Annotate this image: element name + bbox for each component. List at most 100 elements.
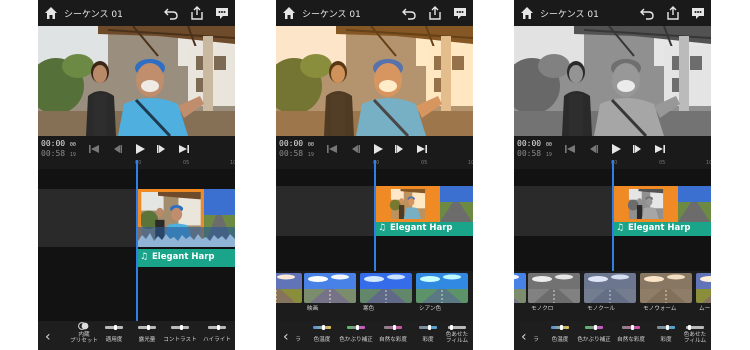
preset-thumbnail[interactable] (514, 273, 526, 319)
project-title: シーケンス 01 (302, 10, 361, 20)
slider-icon (208, 325, 226, 330)
music-note-icon: ♫ (140, 252, 149, 262)
total-duration: 00:58 19 (41, 149, 76, 158)
slider-icon (138, 325, 156, 330)
preset-mono[interactable]: モノクロ (528, 273, 580, 319)
total-duration: 00:58 19 (517, 149, 552, 158)
tool-faded-film[interactable]: 色あせた フィルム (439, 321, 473, 350)
tool-contrast[interactable]: コントラスト (162, 321, 198, 350)
step-back-icon[interactable] (111, 143, 123, 155)
tool-label: 色温度 (551, 337, 569, 343)
tool-faded-film[interactable]: 色あせた フィルム (677, 321, 711, 350)
play-icon[interactable] (134, 143, 146, 155)
undo-icon[interactable] (402, 6, 416, 20)
project-title: シーケンス 01 (64, 10, 123, 20)
phone-screen-1: シーケンス 01 00:00 00 00:58 19 00 05 10 ♫ El… (38, 0, 235, 350)
tool-label: 色あせた フィルム (683, 332, 707, 344)
play-icon[interactable] (610, 143, 622, 155)
audio-clip[interactable]: ♫ Elegant Harp (138, 249, 235, 267)
phone-screen-3: シーケンス 01 00:00 00 00:58 19 00 05 10 ♫ El… (514, 0, 711, 350)
skip-start-icon[interactable] (564, 143, 576, 155)
home-icon[interactable] (282, 6, 296, 20)
step-forward-icon[interactable] (394, 143, 406, 155)
chevron-left-icon[interactable]: ‹ (45, 329, 51, 345)
tool-intensity[interactable]: 適用度 (96, 321, 132, 350)
tool-vibrance[interactable]: 自然な彩度 (613, 321, 649, 350)
preset-strip: 映画 寒色 シアン色 (276, 271, 473, 321)
tool-tint[interactable]: 色かぶり補正 (338, 321, 374, 350)
preset-mono-cool[interactable]: モノクール (584, 273, 636, 319)
slider-icon (313, 325, 331, 330)
timeline[interactable]: ♫ Elegant Harp (38, 160, 235, 321)
bottom-toolbar: ‹ ラ 色温度 色かぶり補正 自然な彩度 彩度 色あせた フィルム (514, 321, 711, 350)
audio-clip-title: Elegant Harp (152, 252, 215, 262)
skip-start-icon[interactable] (326, 143, 338, 155)
step-back-icon[interactable] (349, 143, 361, 155)
tool-label: ハイライト (203, 337, 231, 343)
video-preview[interactable] (38, 26, 235, 136)
video-clip[interactable] (376, 186, 440, 222)
share-icon[interactable] (190, 6, 204, 20)
undo-icon[interactable] (640, 6, 654, 20)
tool-label: 自然な彩度 (617, 337, 645, 343)
bottom-toolbar: ‹ ラ 色温度 色かぶり補正 自然な彩度 彩度 色あせた フィルム (276, 321, 473, 350)
tool-temperature[interactable]: 色温度 (304, 321, 340, 350)
preset-cyan[interactable]: シアン色 (416, 273, 468, 319)
slider-icon (347, 325, 365, 330)
preset-label: 寒色 (363, 306, 375, 312)
playhead[interactable] (612, 160, 614, 271)
step-forward-icon[interactable] (156, 143, 168, 155)
preset-mono-warm[interactable]: モノウォーム (640, 273, 692, 319)
video-clip-next[interactable] (440, 186, 473, 222)
tool-exposure[interactable]: 露光量 (129, 321, 165, 350)
video-preview[interactable] (514, 26, 711, 136)
home-icon[interactable] (44, 6, 58, 20)
tool-vibrance[interactable]: 自然な彩度 (375, 321, 411, 350)
video-clip[interactable] (614, 186, 678, 222)
music-note-icon: ♫ (616, 223, 625, 233)
presets-icon (78, 322, 89, 330)
video-clip-next[interactable] (678, 186, 711, 222)
skip-end-icon[interactable] (654, 143, 666, 155)
slider-icon (585, 325, 603, 330)
preset-label: ムー (699, 306, 711, 312)
preset-label: モノクロ (531, 306, 554, 312)
preset-label: 映画 (307, 306, 319, 312)
total-duration: 00:58 19 (279, 149, 314, 158)
skip-end-icon[interactable] (178, 143, 190, 155)
tool-highlights[interactable]: ハイライト (199, 321, 235, 350)
share-icon[interactable] (666, 6, 680, 20)
audio-clip[interactable]: ♫ Elegant Harp (614, 222, 711, 236)
undo-icon[interactable] (164, 6, 178, 20)
timeline[interactable]: ♫ Elegant Harp (514, 160, 711, 271)
step-forward-icon[interactable] (632, 143, 644, 155)
skip-start-icon[interactable] (88, 143, 100, 155)
home-icon[interactable] (520, 6, 534, 20)
preset-label: モノウォーム (643, 306, 677, 312)
tool-label: 色温度 (313, 337, 331, 343)
tool-label: 色あせた フィルム (445, 332, 469, 344)
comment-icon[interactable] (691, 6, 705, 20)
play-icon[interactable] (372, 143, 384, 155)
playhead[interactable] (136, 160, 138, 321)
comment-icon[interactable] (453, 6, 467, 20)
audio-clip[interactable]: ♫ Elegant Harp (376, 222, 473, 236)
empty-track-area (514, 186, 614, 236)
skip-end-icon[interactable] (416, 143, 428, 155)
video-preview[interactable] (276, 26, 473, 136)
playhead[interactable] (374, 160, 376, 271)
tool-tint[interactable]: 色かぶり補正 (576, 321, 612, 350)
share-icon[interactable] (428, 6, 442, 20)
comment-icon[interactable] (215, 6, 229, 20)
preset-cool[interactable]: 寒色 (360, 273, 412, 319)
step-back-icon[interactable] (587, 143, 599, 155)
timeline[interactable]: ♫ Elegant Harp (276, 160, 473, 271)
preset-thumbnail[interactable] (276, 273, 302, 319)
tool-temperature[interactable]: 色温度 (542, 321, 578, 350)
preset-partial[interactable]: ムー (696, 273, 711, 319)
current-timecode: 00:00 00 (279, 139, 314, 148)
preset-cinema[interactable]: 映画 (304, 273, 356, 319)
preset-label: モノクール (587, 306, 615, 312)
audio-clip-title: Elegant Harp (628, 223, 691, 233)
tool-label: 自然な彩度 (379, 337, 407, 343)
